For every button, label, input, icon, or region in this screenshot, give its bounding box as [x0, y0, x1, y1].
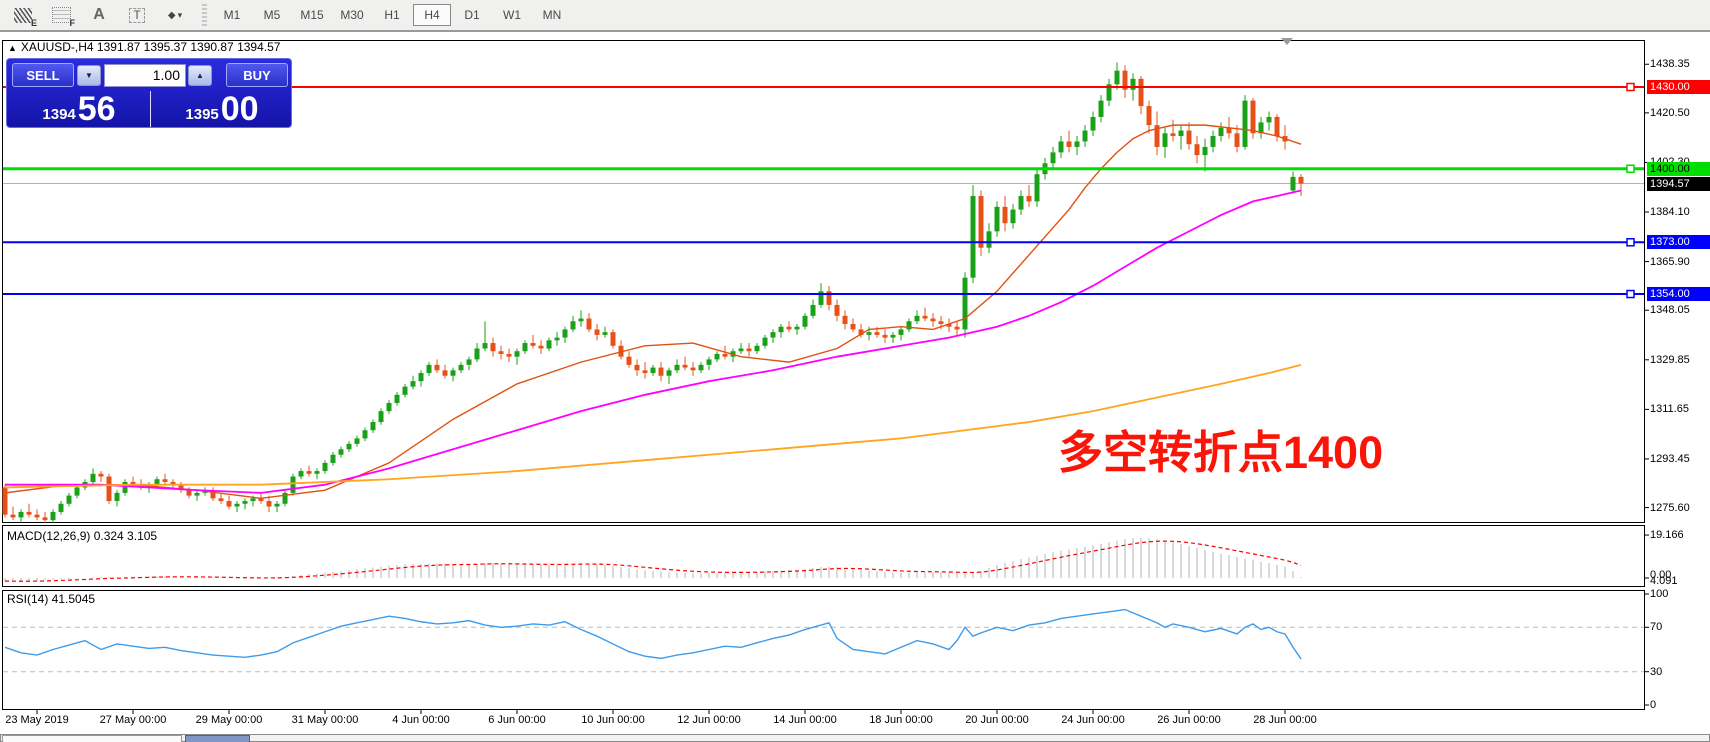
tf-button-M5[interactable]: M5	[253, 4, 291, 26]
fibonacci-sub-label: F	[70, 18, 76, 28]
crayon-chart-icon[interactable]: E	[8, 3, 38, 27]
sell-button[interactable]: SELL	[12, 63, 74, 87]
toolbar-separator	[202, 4, 207, 26]
tf-button-H1[interactable]: H1	[373, 4, 411, 26]
chart-canvas[interactable]	[0, 33, 1710, 742]
scrollbar-thumb[interactable]	[185, 735, 250, 742]
sell-price-big: 56	[78, 91, 116, 127]
hline-handle[interactable]	[1627, 165, 1634, 172]
chart-area[interactable]: ▲XAUUSD-,H4 1391.87 1395.37 1390.87 1394…	[0, 33, 1710, 742]
fibonacci-grid-glyph	[52, 7, 71, 23]
rsi-levels	[3, 594, 1649, 705]
hline-handle[interactable]	[1627, 291, 1634, 298]
text-box-glyph: T	[129, 8, 144, 23]
chevron-down-icon: ▾	[178, 10, 183, 21]
buy-price-small: 1395	[185, 106, 218, 127]
one-click-trading-panel: SELL ▼ 1.00 ▲ BUY 1394 56 1395 00	[6, 58, 292, 128]
crayon-sub-label: E	[31, 18, 37, 28]
rsi-line	[5, 610, 1301, 659]
tf-button-M15[interactable]: M15	[293, 4, 331, 26]
tf-button-D1[interactable]: D1	[453, 4, 491, 26]
price-axis-ticks	[1645, 64, 1649, 507]
crayon-hatch-glyph	[14, 8, 32, 23]
toolbar: E F A T ◆ ▾ M1M5M15M30H1H4D1W1MN	[0, 0, 1710, 32]
tf-button-M30[interactable]: M30	[333, 4, 371, 26]
ma-fast-line	[5, 125, 1301, 498]
ma-slow-line	[5, 365, 1301, 488]
text-label-glyph: A	[93, 6, 105, 24]
arrows-objects-icon[interactable]: ◆ ▾	[160, 3, 190, 27]
timeframe-group: M1M5M15M30H1H4D1W1MN	[213, 4, 571, 26]
text-box-icon[interactable]: T	[122, 3, 152, 27]
hline-handle[interactable]	[1627, 239, 1634, 246]
tf-button-W1[interactable]: W1	[493, 4, 531, 26]
sell-price[interactable]: 1394 56	[9, 89, 149, 127]
buy-price[interactable]: 1395 00	[152, 89, 292, 127]
buy-price-big: 00	[221, 91, 259, 127]
ma-medium-line	[5, 191, 1301, 493]
macd-histogram	[5, 535, 1649, 582]
one-click-top-row: SELL ▼ 1.00 ▲ BUY	[7, 62, 291, 88]
arrows-glyph: ◆	[168, 10, 176, 21]
volume-input[interactable]: 1.00	[104, 64, 186, 87]
hline-1400	[3, 165, 1644, 172]
text-label-icon[interactable]: A	[84, 3, 114, 27]
tf-button-M1[interactable]: M1	[213, 4, 251, 26]
buy-button[interactable]: BUY	[226, 63, 288, 87]
hline-1373	[3, 239, 1644, 246]
scrollbar-track-segment	[2, 735, 182, 742]
mt4-terminal-window: E F A T ◆ ▾ M1M5M15M30H1H4D1W1MN ▲XAUUSD…	[0, 0, 1710, 742]
horizontal-scrollbar[interactable]	[0, 734, 1710, 742]
fibonacci-grid-icon[interactable]: F	[46, 3, 76, 27]
date-ticks	[37, 710, 1285, 714]
tf-button-H4[interactable]: H4	[413, 4, 451, 26]
sell-price-small: 1394	[42, 106, 75, 127]
hline-handle[interactable]	[1627, 84, 1634, 91]
volume-decrease-button[interactable]: ▼	[77, 65, 101, 86]
bid-ask-prices: 1394 56 1395 00	[7, 89, 291, 129]
price-divider	[150, 91, 151, 127]
candles-layer	[3, 62, 1304, 522]
pane-borders	[3, 41, 1645, 710]
tf-button-MN[interactable]: MN	[533, 4, 571, 26]
volume-increase-button[interactable]: ▲	[188, 65, 212, 86]
shift-marker-icon	[1281, 38, 1293, 45]
